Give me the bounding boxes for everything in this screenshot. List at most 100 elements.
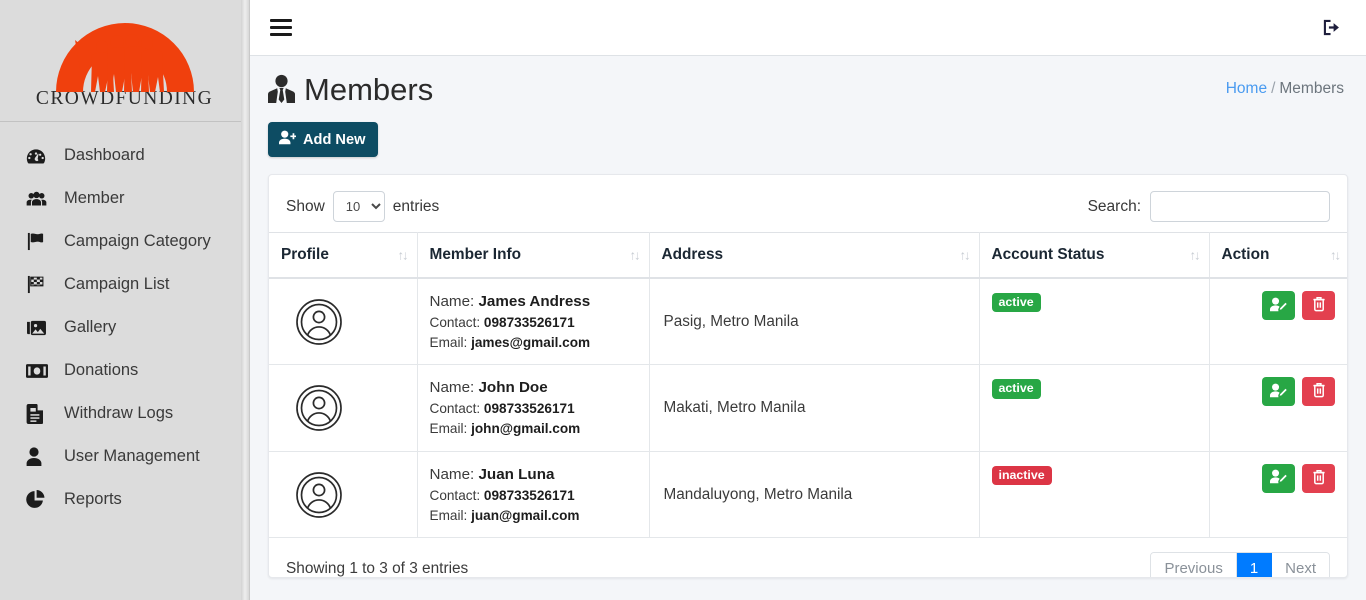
member-contact: 098733526171	[483, 401, 575, 417]
sidebar-scrollbar[interactable]	[241, 0, 249, 600]
user-circle-avatar-icon	[295, 384, 405, 432]
file-invoice-icon	[26, 403, 54, 424]
members-table-card: Show 10 25 50 100 entries Search:	[268, 174, 1348, 578]
pagination-page-1[interactable]: 1	[1236, 553, 1273, 577]
sidebar-item-withdraw-logs[interactable]: Withdraw Logs	[0, 392, 249, 435]
hamburger-icon[interactable]	[270, 19, 292, 36]
name-label: Name:	[429, 293, 475, 310]
cell-member-info: Name: James Andress Contact: 09873352617…	[417, 278, 650, 366]
search-input[interactable]	[1150, 191, 1330, 222]
contact-label: Contact:	[429, 487, 481, 503]
sidebar-item-member[interactable]: Member	[0, 177, 249, 220]
cell-action	[1209, 451, 1347, 539]
sidebar-item-reports[interactable]: Reports	[0, 478, 249, 521]
edit-member-button[interactable]	[1262, 377, 1295, 407]
status-badge: active	[991, 293, 1041, 313]
sidebar-item-campaign-list[interactable]: Campaign List	[0, 263, 249, 306]
sidebar-item-campaign-category[interactable]: Campaign Category	[0, 220, 249, 263]
entries-select[interactable]: 10 25 50 100	[332, 191, 385, 222]
column-label: Action	[1221, 246, 1270, 263]
topbar	[250, 0, 1366, 56]
contact-label: Contact:	[429, 401, 481, 417]
users-icon	[26, 189, 54, 209]
name-label: Name:	[429, 379, 475, 397]
page-title: Members	[304, 71, 434, 107]
email-label: Email:	[429, 334, 468, 350]
breadcrumb-separator: /	[1271, 80, 1276, 97]
delete-member-button[interactable]	[1302, 291, 1335, 320]
show-entries-control: Show 10 25 50 100 entries	[286, 191, 439, 222]
status-badge: active	[991, 379, 1041, 399]
page-header: Members Home / Members	[250, 56, 1366, 122]
search-control: Search:	[1088, 191, 1330, 222]
pagination-next[interactable]: Next	[1272, 553, 1329, 577]
cell-account-status: active	[979, 364, 1210, 452]
cell-address: Makati, Metro Manila	[649, 364, 980, 452]
sidebar-item-label: Withdraw Logs	[64, 404, 174, 422]
add-new-label: Add New	[303, 131, 366, 148]
table-controls: Show 10 25 50 100 entries Search:	[269, 175, 1347, 232]
breadcrumb-home-link[interactable]: Home	[1226, 80, 1267, 97]
pagination: Previous 1 Next	[1150, 552, 1330, 577]
sign-out-icon[interactable]	[1318, 15, 1344, 41]
showing-entries-info: Showing 1 to 3 of 3 entries	[286, 559, 469, 577]
main-content: Members Home / Members Add New Show 10 e…	[250, 0, 1366, 600]
images-icon	[26, 318, 54, 338]
breadcrumb-current: Members	[1279, 80, 1344, 97]
flag-icon	[26, 232, 54, 252]
email-label: Email:	[429, 507, 468, 523]
user-edit-icon	[1270, 383, 1287, 401]
sort-updown-icon: ↑↓	[959, 247, 971, 263]
trash-icon	[1312, 382, 1326, 401]
column-header-action[interactable]: Action ↑↓	[1209, 232, 1347, 279]
search-label: Search:	[1087, 197, 1141, 215]
sidebar: CROWDFUNDING Dashboard Member Campaign C	[0, 0, 250, 600]
name-label: Name:	[429, 465, 475, 483]
edit-member-button[interactable]	[1262, 291, 1295, 320]
delete-member-button[interactable]	[1302, 377, 1335, 407]
pagination-previous[interactable]: Previous	[1151, 553, 1237, 577]
member-name: James Andress	[478, 293, 591, 310]
cell-address: Pasig, Metro Manila	[649, 278, 980, 366]
tachometer-icon	[26, 146, 54, 166]
column-header-address[interactable]: Address ↑↓	[649, 232, 980, 279]
member-name-line: Name: John Doe	[430, 377, 637, 399]
member-email: james@gmail.com	[471, 334, 591, 350]
member-email-line: Email: james@gmail.com	[430, 333, 637, 353]
cell-profile	[269, 364, 418, 452]
user-tie-icon	[268, 74, 295, 104]
member-contact-line: Contact: 098733526171	[430, 313, 637, 333]
delete-member-button[interactable]	[1302, 463, 1335, 493]
user-plus-icon	[279, 130, 297, 149]
add-new-button[interactable]: Add New	[268, 122, 379, 157]
edit-member-button[interactable]	[1262, 463, 1295, 493]
table-header: Profile ↑↓ Member Info ↑↓ Address ↑↓ Acc…	[269, 232, 1347, 279]
user-edit-icon	[1270, 469, 1287, 487]
contact-label: Contact:	[429, 315, 481, 331]
member-contact: 098733526171	[483, 487, 575, 503]
sidebar-item-user-management[interactable]: User Management	[0, 435, 249, 478]
member-contact-line: Contact: 098733526171	[430, 486, 637, 506]
sidebar-item-label: User Management	[64, 447, 200, 465]
user-circle-avatar-icon	[295, 298, 405, 346]
table-row: Name: James Andress Contact: 09873352617…	[269, 278, 1347, 366]
sidebar-item-dashboard[interactable]: Dashboard	[0, 134, 249, 177]
cell-action	[1209, 364, 1347, 452]
table-row: Name: Juan Luna Contact: 098733526171 Em…	[269, 451, 1347, 539]
column-header-profile[interactable]: Profile ↑↓	[269, 232, 418, 279]
column-header-account-status[interactable]: Account Status ↑↓	[979, 232, 1210, 279]
cell-action	[1209, 278, 1347, 366]
status-badge: inactive	[991, 465, 1052, 486]
member-email-line: Email: john@gmail.com	[430, 419, 637, 439]
breadcrumb: Home / Members	[1226, 80, 1344, 98]
user-edit-icon	[1270, 297, 1287, 315]
cell-profile	[269, 451, 418, 539]
sidebar-item-donations[interactable]: Donations	[0, 349, 249, 392]
brand-logo[interactable]: CROWDFUNDING	[0, 0, 249, 122]
user-icon	[26, 447, 54, 467]
table-row: Name: John Doe Contact: 098733526171 Ema…	[269, 364, 1347, 452]
member-name: Juan Luna	[478, 465, 555, 483]
column-header-member-info[interactable]: Member Info ↑↓	[417, 232, 650, 279]
sidebar-item-gallery[interactable]: Gallery	[0, 306, 249, 349]
sidebar-item-label: Campaign List	[64, 275, 170, 293]
